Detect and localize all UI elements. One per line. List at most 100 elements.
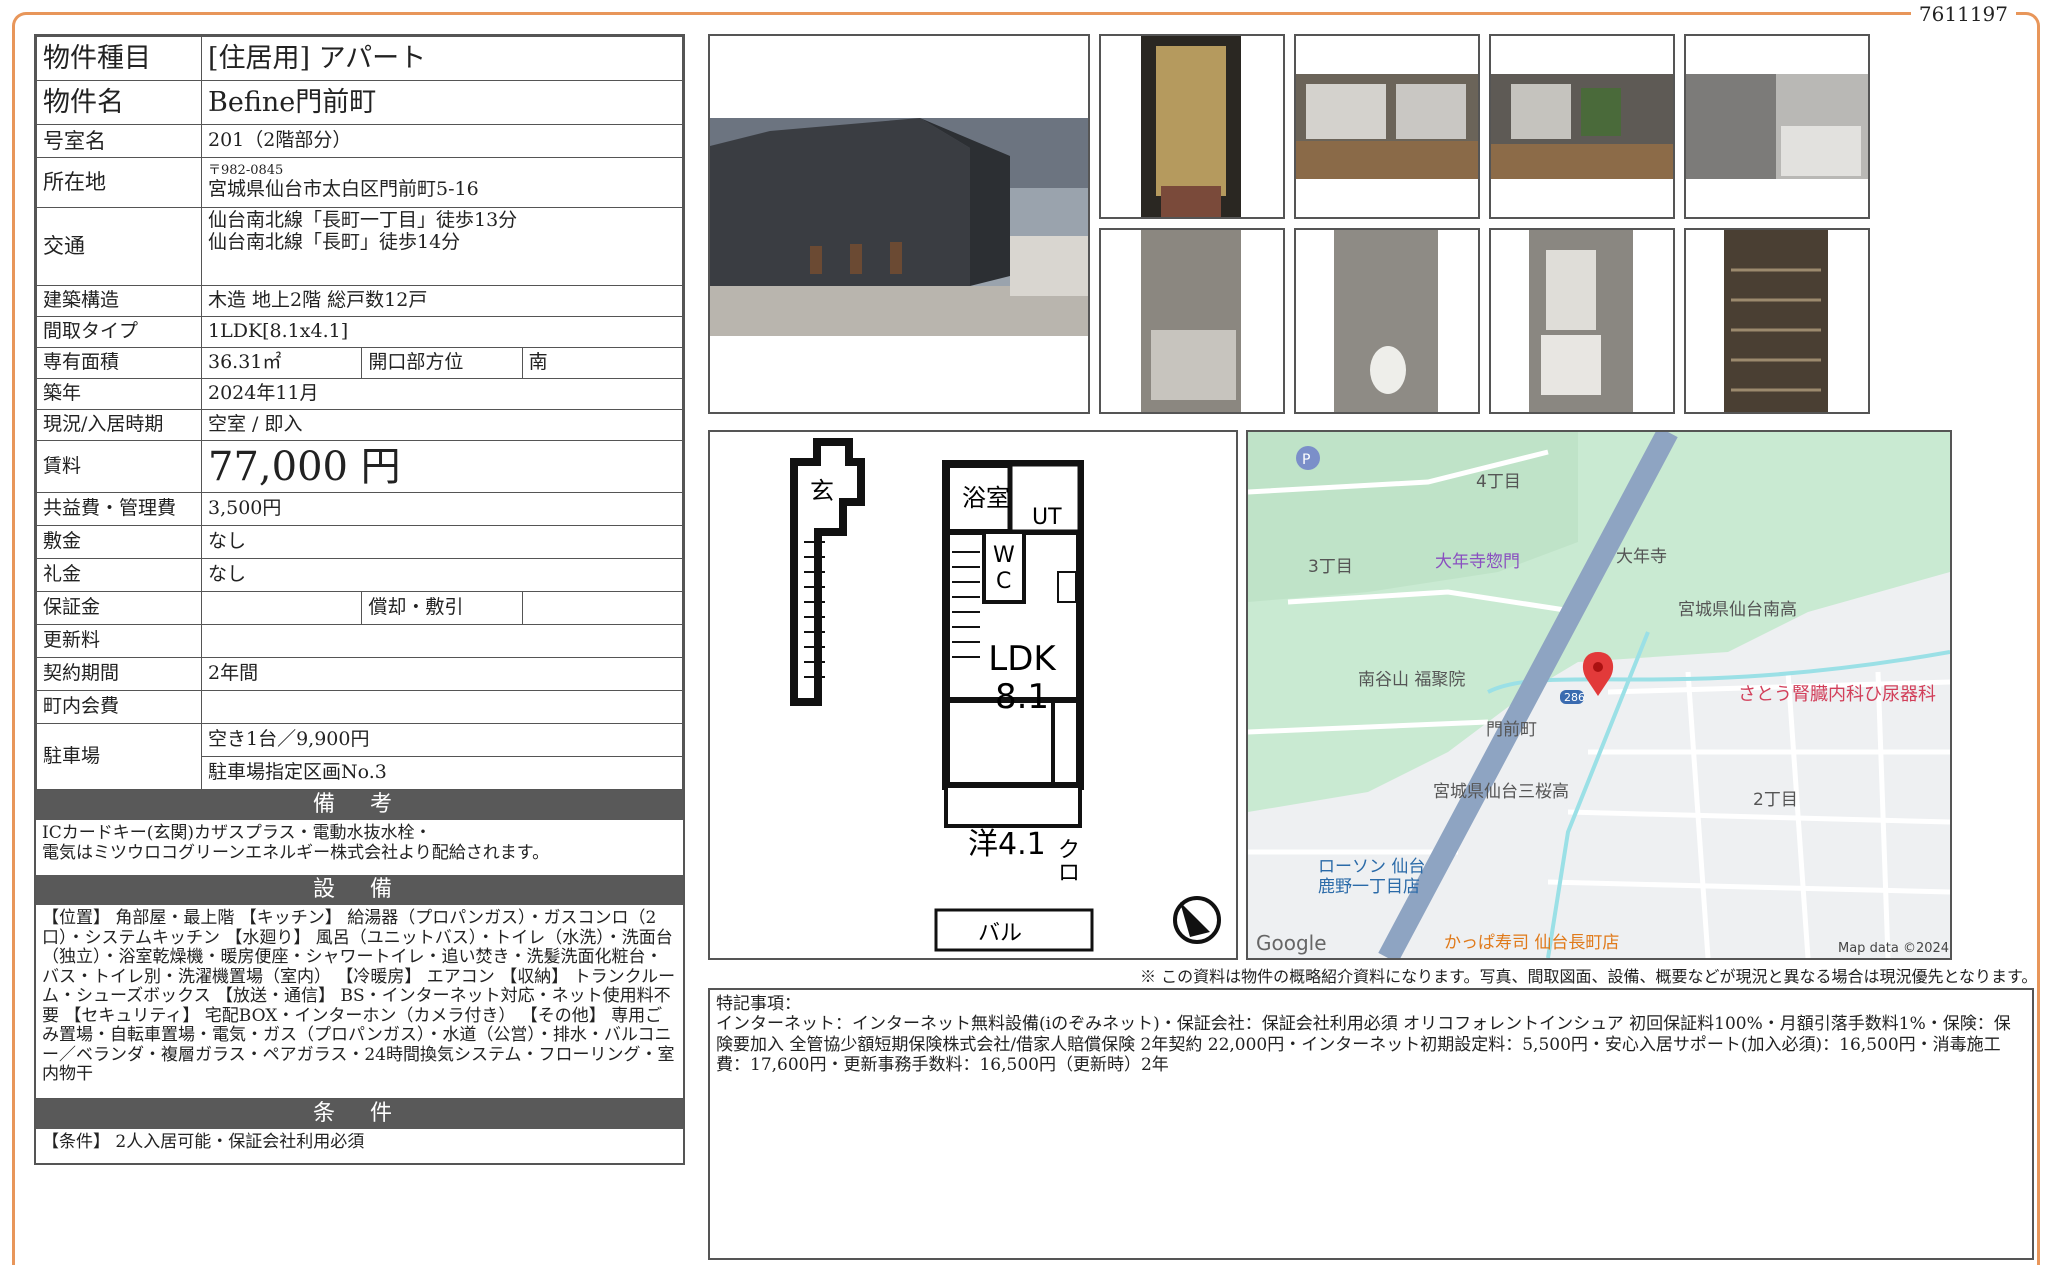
room-label: 号室名 <box>36 124 202 158</box>
photo-kitchen <box>1684 34 1870 219</box>
map-monzen: 門前町 <box>1486 720 1537 740</box>
property-info-panel: 物件種目 [住居用] アパート 物件名 Befine門前町 号室名 201（2階… <box>34 34 685 1165</box>
conditions-text: 【条件】 2人入居可能・保証会社利用必須 <box>42 1132 365 1152</box>
parking-label: 駐車場 <box>36 723 202 790</box>
floor-plan-drawing: 玄 浴室 UT W C LDK 8.1 洋4.1 ク ロ バル <box>790 438 1221 952</box>
contract-label: 契約期間 <box>36 657 202 691</box>
area-label: 専有面積 <box>36 347 202 379</box>
fp-genkan: 玄 <box>810 477 834 505</box>
photo-storage-image <box>1724 230 1828 412</box>
special-notes-title: 特記事項： <box>716 994 801 1014</box>
deposit-label: 敷金 <box>36 525 202 559</box>
map-school2: 宮城県仙台三桜高 <box>1433 782 1569 802</box>
fp-western-room: 洋4.1 <box>968 827 1046 862</box>
photo-toilet <box>1294 228 1480 414</box>
map-lawson-2: 鹿野一丁目店 <box>1318 877 1420 897</box>
map-2chome: 2丁目 <box>1753 790 1798 810</box>
layout-label: 間取タイプ <box>36 316 202 348</box>
rent-label: 賃料 <box>36 440 202 493</box>
photo-washroom-image <box>1529 230 1633 412</box>
structure-label: 建築構造 <box>36 285 202 317</box>
renewal-value <box>201 624 683 658</box>
photo-storage <box>1684 228 1870 414</box>
fp-closet-1: ク <box>1058 838 1080 863</box>
rent-value: 77,000 円 <box>201 440 683 493</box>
postal-code: 〒982-0845 <box>208 163 284 179</box>
key-money-label: 礼金 <box>36 558 202 592</box>
direction-value: 南 <box>521 347 684 379</box>
transit-label: 交通 <box>36 207 202 286</box>
photo-entrance <box>1099 34 1285 219</box>
remarks-header: 備 考 <box>36 790 683 820</box>
name-label: 物件名 <box>36 80 202 125</box>
floor-plan: 玄 浴室 UT W C LDK 8.1 洋4.1 ク ロ バル <box>708 430 1238 960</box>
map-fukujuin: 南谷山 福聚院 <box>1358 670 1465 690</box>
key-money-value: なし <box>201 558 683 592</box>
guarantee-value <box>200 591 363 625</box>
location-map: P 4丁目 3丁目 2丁目 南谷山 福聚院 門前町 宮城県仙台南高 宮城県仙台三… <box>1246 430 1952 960</box>
transit-line-1: 仙台南北線「長町一丁目」徒歩13分 <box>208 209 518 231</box>
photo-bathroom <box>1099 228 1285 414</box>
parking-line-2: 駐車場指定区画No.3 <box>201 756 683 790</box>
photo-room-2 <box>1489 34 1675 219</box>
built-label: 築年 <box>36 378 202 410</box>
property-table: 物件種目 [住居用] アパート 物件名 Befine門前町 号室名 201（2階… <box>36 36 684 790</box>
map-daimon: 大年寺惣門 <box>1435 552 1520 572</box>
fp-wc-w: W <box>993 543 1015 568</box>
special-notes-text: インターネット：インターネット無料設備(iのぞみネット)・保証会社：保証会社利用… <box>716 1014 2011 1076</box>
parking-line-1: 空き1台／9,900円 <box>201 723 683 757</box>
contract-value: 2年間 <box>201 657 683 691</box>
special-notes-box: 特記事項： インターネット：インターネット無料設備(iのぞみネット)・保証会社：… <box>708 988 2034 1260</box>
photo-bathroom-image <box>1141 230 1241 412</box>
map-clinic: さとう腎臓内科ひ尿器科 <box>1738 684 1936 705</box>
guarantee-label: 保証金 <box>36 591 202 625</box>
town-fee-value <box>201 690 683 724</box>
fp-ldk: LDK <box>988 639 1057 679</box>
direction-label: 開口部方位 <box>361 347 523 379</box>
town-fee-label: 町内会費 <box>36 690 202 724</box>
map-4chome: 4丁目 <box>1476 472 1521 492</box>
fee-value: 3,500円 <box>201 492 683 526</box>
fp-ldk-size: 8.1 <box>995 677 1049 717</box>
photo-room-2-image <box>1491 74 1673 179</box>
document-id: 7611197 <box>1910 2 2016 26</box>
map-lawson-1: ローソン 仙台 <box>1318 857 1425 877</box>
fp-wc-c: C <box>996 569 1011 594</box>
renewal-label: 更新料 <box>36 624 202 658</box>
amortization-value <box>521 591 684 625</box>
map-sushi: かっぱ寿司 仙台長町店 <box>1444 933 1619 953</box>
address-value: 宮城県仙台市太白区門前町5-16 <box>208 178 479 201</box>
exterior-photo <box>708 34 1090 414</box>
remarks-text: ICカードキー(玄関)カザスプラス・電動水抜水栓・ 電気はミツウロコグリーンエネ… <box>42 823 550 863</box>
room-value: 201（2階部分） <box>201 124 683 158</box>
photo-room-1 <box>1294 34 1480 219</box>
equipment-header: 設 備 <box>36 875 683 905</box>
amortization-label: 償却・敷引 <box>361 591 523 625</box>
map-route: 286 <box>1564 691 1585 704</box>
photo-kitchen-image <box>1686 74 1868 179</box>
map-google-logo: Google <box>1256 931 1327 955</box>
fp-balcony: バル <box>978 921 1022 946</box>
map-data-credit: Map data ©2024 <box>1838 941 1949 956</box>
photo-washroom <box>1489 228 1675 414</box>
disclaimer-note: ※ この資料は物件の概略紹介資料になります。写真、間取図面、設備、概要などが現況… <box>1140 967 2038 986</box>
photo-entrance-image <box>1141 36 1241 217</box>
fp-bath: 浴室 <box>962 484 1010 512</box>
fee-label: 共益費・管理費 <box>36 492 202 526</box>
location-map-drawing: P 4丁目 3丁目 2丁目 南谷山 福聚院 門前町 宮城県仙台南高 宮城県仙台三… <box>1248 432 1950 958</box>
status-value: 空室 / 即入 <box>201 409 683 441</box>
built-value: 2024年11月 <box>201 378 683 410</box>
status-label: 現況/入居時期 <box>36 409 202 441</box>
fp-closet-2: ロ <box>1058 861 1080 886</box>
photo-toilet-image <box>1334 230 1438 412</box>
conditions-header: 条 件 <box>36 1099 683 1129</box>
map-daine: 大年寺 <box>1616 547 1667 567</box>
photo-room-1-image <box>1296 74 1478 179</box>
map-school1: 宮城県仙台南高 <box>1678 600 1797 620</box>
layout-value: 1LDK[8.1x4.1] <box>201 316 683 348</box>
fp-ut: UT <box>1032 505 1062 530</box>
exterior-photo-image <box>710 36 1088 412</box>
area-value: 36.31㎡ <box>200 347 363 379</box>
deposit-value: なし <box>201 525 683 559</box>
transit-line-2: 仙台南北線「長町」徒歩14分 <box>208 230 461 253</box>
